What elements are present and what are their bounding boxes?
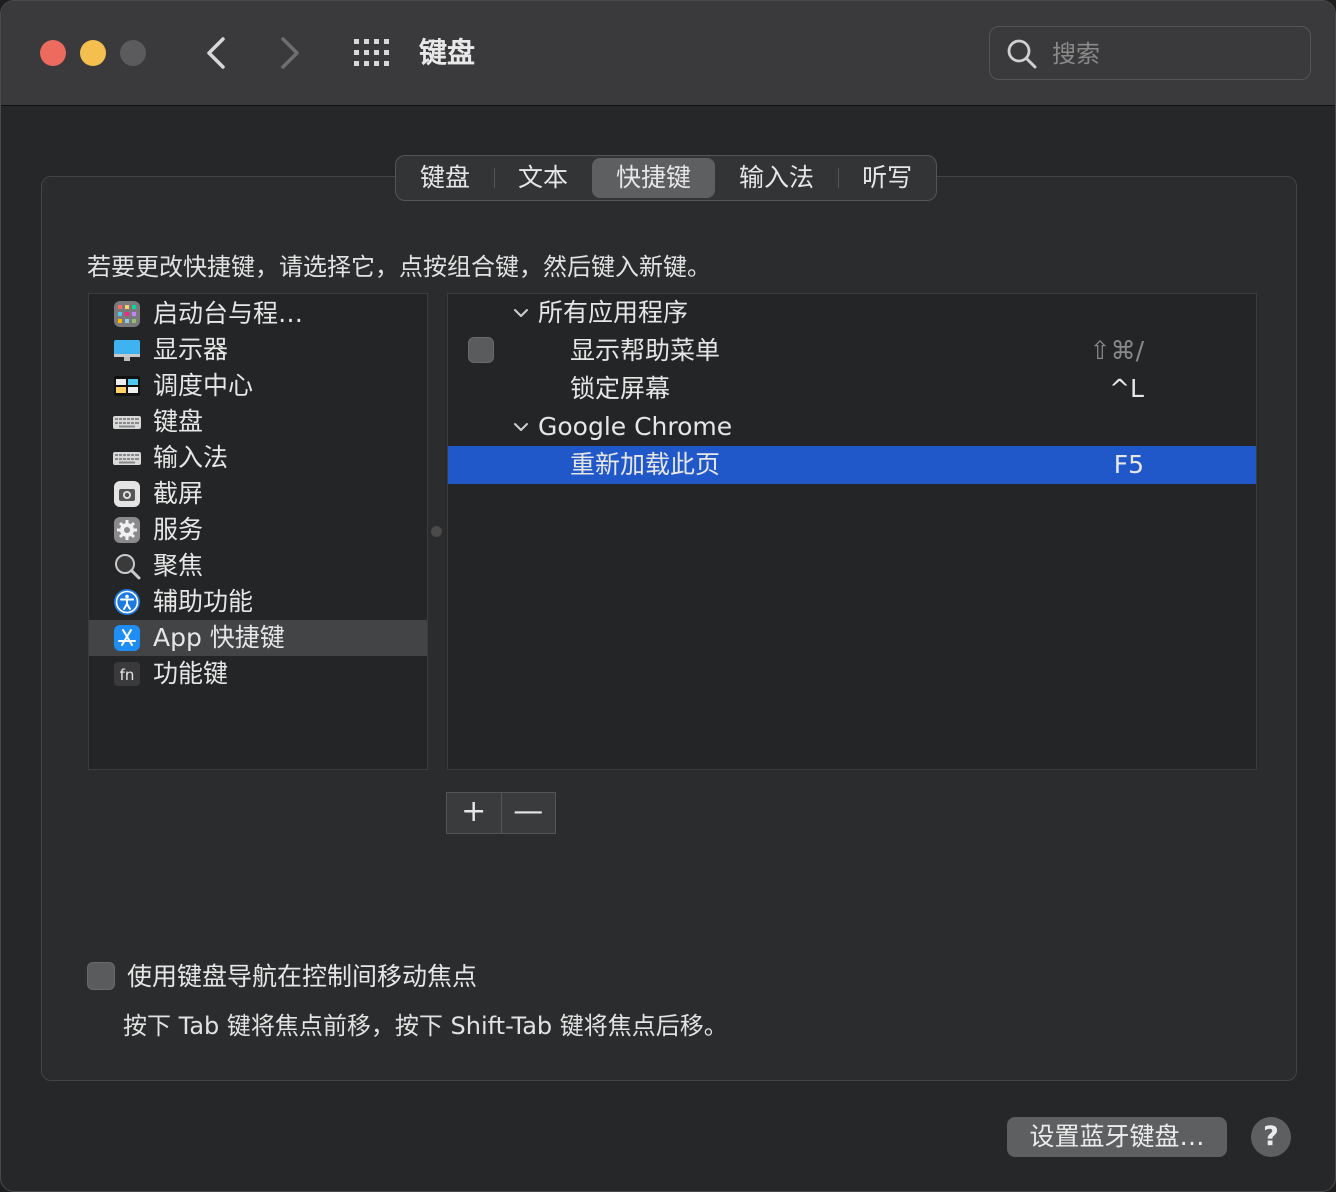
- tab-keyboard[interactable]: 键盘: [396, 156, 494, 200]
- category-label: 功能键: [153, 659, 229, 688]
- shortcut-keys[interactable]: ⇧⌘/: [1090, 332, 1144, 370]
- tab-shortcuts[interactable]: 快捷键: [592, 158, 716, 198]
- category-accessibility[interactable]: 辅助功能: [89, 584, 427, 620]
- search-icon: [1007, 39, 1037, 69]
- setup-bluetooth-keyboard-button[interactable]: 设置蓝牙键盘…: [1007, 1117, 1227, 1157]
- display-icon: [113, 336, 141, 364]
- category-function-keys[interactable]: fn 功能键: [89, 656, 427, 692]
- chevron-right-icon: [281, 37, 299, 69]
- category-label: 聚焦: [153, 551, 204, 580]
- category-mission-control[interactable]: 调度中心: [89, 368, 427, 404]
- category-label: 显示器: [153, 335, 229, 364]
- window-title: 键盘: [419, 36, 476, 69]
- enable-checkbox[interactable]: [468, 337, 494, 363]
- gear-icon: [113, 516, 141, 544]
- mission-control-icon: [113, 372, 141, 400]
- title-bar: 键盘: [1, 1, 1335, 106]
- add-shortcut-button[interactable]: +: [447, 793, 501, 833]
- category-list[interactable]: 启动台与程… 显示器 调度中心 键盘 输入法 截屏 服务 聚焦 辅助功能 App…: [88, 293, 428, 770]
- screenshot-icon: [113, 480, 141, 508]
- fn-icon: fn: [113, 660, 141, 688]
- split-view-divider-handle[interactable]: [431, 526, 442, 537]
- category-launchpad[interactable]: 启动台与程…: [89, 296, 427, 332]
- app-store-icon: [113, 624, 141, 652]
- category-input-method[interactable]: 输入法: [89, 440, 427, 476]
- system-preferences-window: 键盘 键盘 文本 快捷键 输入法 听写 若要更改快捷键，请选择它，点按组合键，然…: [0, 0, 1336, 1192]
- tab-text[interactable]: 文本: [494, 156, 592, 200]
- tab-dictation[interactable]: 听写: [838, 156, 936, 200]
- group-label: 所有应用程序: [538, 298, 689, 327]
- add-remove-control: + —: [446, 792, 556, 834]
- close-window-button[interactable]: [40, 40, 66, 66]
- shortcut-keys[interactable]: ^L: [1109, 370, 1144, 408]
- shortcut-label: 重新加载此页: [570, 450, 721, 479]
- category-label: 输入法: [153, 443, 229, 472]
- keyboard-icon: [113, 408, 141, 436]
- shortcut-group-google-chrome[interactable]: Google Chrome: [448, 408, 1256, 446]
- instruction-text: 若要更改快捷键，请选择它，点按组合键，然后键入新键。: [87, 253, 711, 281]
- input-method-icon: [113, 444, 141, 472]
- chevron-down-icon[interactable]: [510, 416, 532, 438]
- minimize-window-button[interactable]: [80, 40, 106, 66]
- shortcut-label: 锁定屏幕: [570, 374, 671, 403]
- shortcut-group-all-apps[interactable]: 所有应用程序: [448, 294, 1256, 332]
- accessibility-icon: [113, 588, 141, 616]
- keyboard-navigation-label[interactable]: 使用键盘导航在控制间移动焦点: [127, 957, 477, 997]
- category-label: 服务: [153, 515, 204, 544]
- shortcut-label: 显示帮助菜单: [570, 336, 721, 365]
- forward-button[interactable]: [275, 31, 305, 75]
- category-display[interactable]: 显示器: [89, 332, 427, 368]
- search-input[interactable]: [1050, 35, 1294, 73]
- tab-input-sources[interactable]: 输入法: [715, 156, 838, 200]
- category-app-shortcuts[interactable]: App 快捷键: [89, 620, 427, 656]
- shortcut-keys[interactable]: F5: [1114, 446, 1144, 484]
- launchpad-icon: [113, 300, 141, 328]
- zoom-window-button[interactable]: [120, 40, 146, 66]
- shortcut-row-lock-screen[interactable]: 锁定屏幕 ^L: [448, 370, 1256, 408]
- help-button[interactable]: ?: [1251, 1117, 1291, 1157]
- category-services[interactable]: 服务: [89, 512, 427, 548]
- category-label: 键盘: [153, 407, 204, 436]
- category-label: 调度中心: [153, 371, 254, 400]
- svg-text:fn: fn: [120, 666, 135, 684]
- category-spotlight[interactable]: 聚焦: [89, 548, 427, 584]
- category-label: 启动台与程…: [153, 299, 304, 328]
- category-label: App 快捷键: [153, 623, 285, 652]
- shortcut-row-show-help-menu[interactable]: 显示帮助菜单 ⇧⌘/: [448, 332, 1256, 370]
- spotlight-icon: [113, 552, 141, 580]
- category-screenshot[interactable]: 截屏: [89, 476, 427, 512]
- keyboard-navigation-hint: 按下 Tab 键将焦点前移，按下 Shift-Tab 键将焦点后移。: [123, 1012, 728, 1040]
- show-all-grid-button[interactable]: [353, 37, 391, 69]
- remove-shortcut-button[interactable]: —: [500, 793, 556, 833]
- search-field[interactable]: [989, 26, 1311, 80]
- category-label: 辅助功能: [153, 587, 254, 616]
- chevron-left-icon: [207, 37, 225, 69]
- back-button[interactable]: [201, 31, 231, 75]
- shortcut-list[interactable]: 所有应用程序 显示帮助菜单 ⇧⌘/ 锁定屏幕 ^L Google Chrome …: [447, 293, 1257, 770]
- keyboard-navigation-checkbox[interactable]: [87, 962, 115, 990]
- chevron-down-icon[interactable]: [510, 302, 532, 324]
- tab-bar: 键盘 文本 快捷键 输入法 听写: [395, 155, 938, 201]
- shortcut-row-reload-page[interactable]: 重新加载此页 F5: [448, 446, 1256, 484]
- category-keyboard[interactable]: 键盘: [89, 404, 427, 440]
- category-label: 截屏: [153, 479, 204, 508]
- group-label: Google Chrome: [538, 412, 733, 441]
- grid-icon: [354, 39, 389, 66]
